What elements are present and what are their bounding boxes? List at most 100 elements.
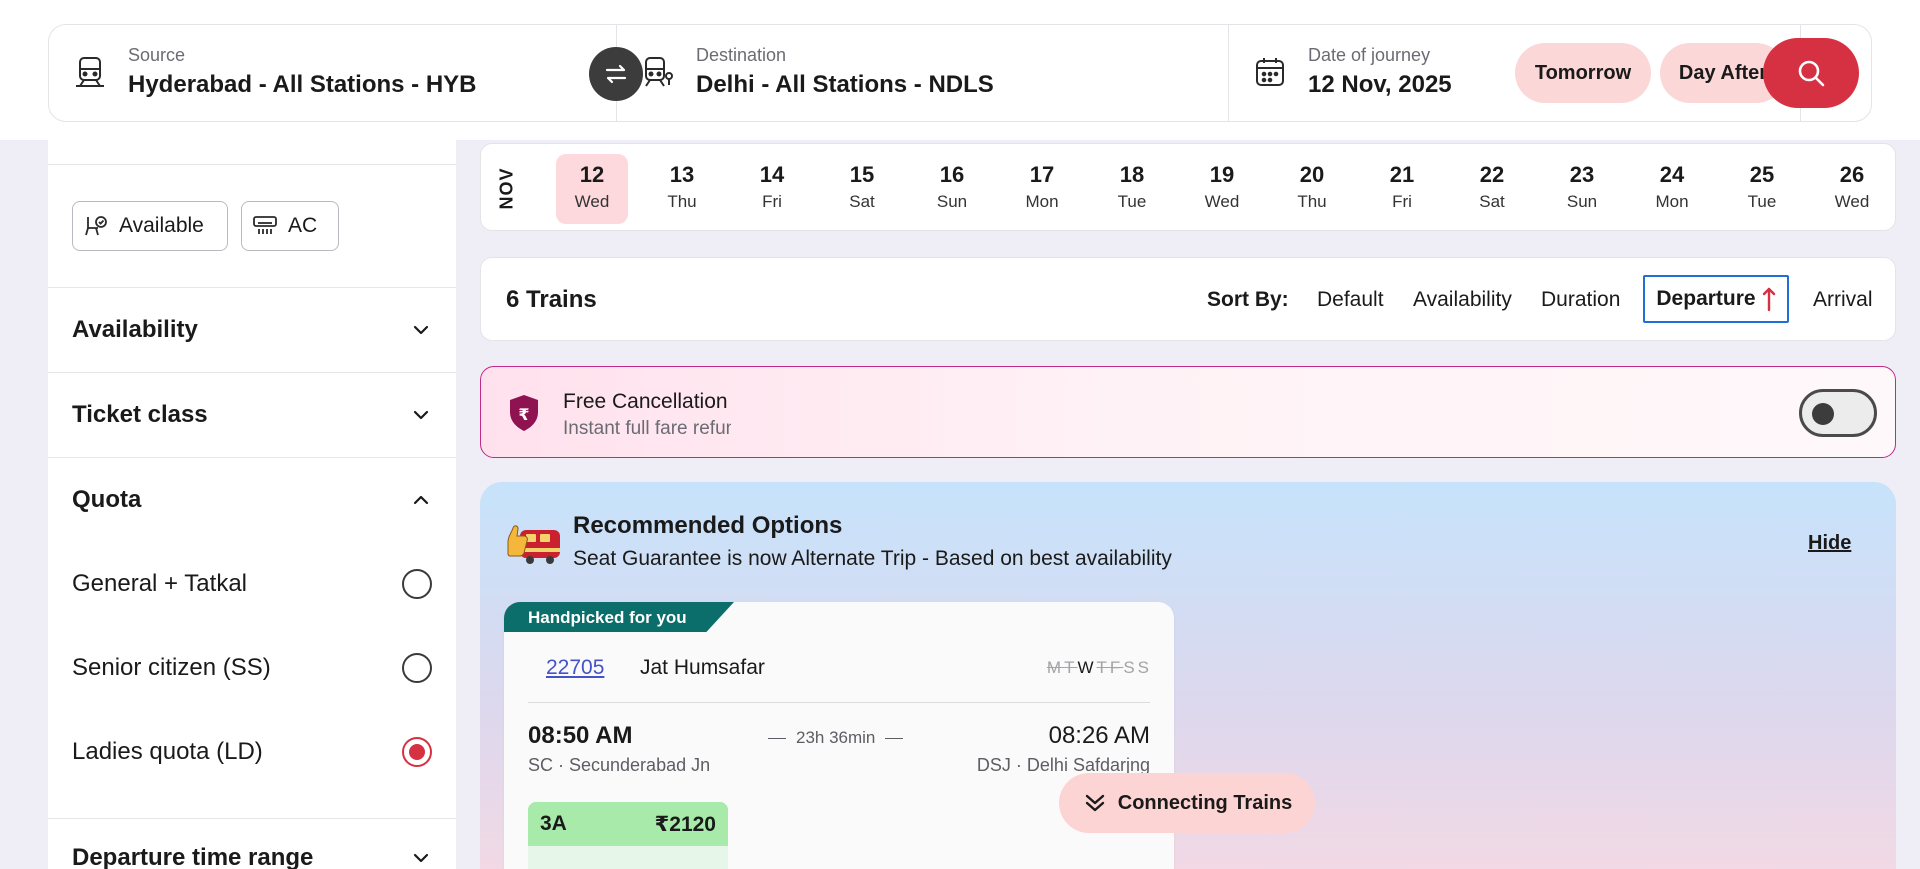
radio-button[interactable] [402,653,432,683]
date-chip[interactable]: 18 Tue [1096,154,1168,224]
svg-text:₹: ₹ [518,405,529,424]
date-number: 23 [1569,162,1595,187]
search-icon [1798,60,1825,87]
search-button[interactable] [1763,38,1859,108]
chevron-down-icon [413,853,429,863]
quota-section-header[interactable]: Quota [72,480,432,520]
run-day: S [1137,658,1152,677]
recommended-title: Recommended Options [573,512,843,539]
duration-line [768,737,786,739]
duration-line [885,737,904,739]
date-chip[interactable]: 15 Sat [826,154,898,224]
ac-filter-chip[interactable]: AC [241,201,339,251]
tomorrow-button[interactable]: Tomorrow [1515,43,1651,103]
hide-recommended-link[interactable]: Hide [1808,532,1851,555]
month-label: NOV [495,160,519,216]
available-filter-label: Available [119,214,204,237]
train-number-link[interactable]: 22705 [546,656,604,680]
source-field[interactable]: Source Hyderabad - All Stations - HYB [49,25,617,121]
arrival-time: 08:26 AM [1048,722,1150,749]
destination-label: Destination [696,45,787,65]
quota-option-ladies[interactable]: Ladies quota (LD) [72,732,432,772]
date-chip[interactable]: 17 Mon [1006,154,1078,224]
date-weekday: Wed [574,192,610,211]
date-weekday: Sun [936,192,968,211]
date-number: 26 [1839,162,1865,187]
date-chip-selected[interactable]: 12 Wed [556,154,628,224]
date-number: 18 [1119,162,1145,187]
sort-by-label: Sort By: [1207,288,1289,311]
date-number: 12 [579,162,605,187]
date-weekday: Sat [1479,192,1505,211]
sidebar-divider [48,287,456,288]
radio-button[interactable] [402,569,432,599]
quota-option-general-tatkal[interactable]: General + Tatkal [72,564,432,604]
chevron-down-icon [413,410,429,420]
date-value: 12 Nov, 2025 [1308,71,1452,98]
date-weekday: Sat [849,192,875,211]
departure-time: 08:50 AM [528,722,633,749]
date-weekday: Sun [1566,192,1598,211]
train-name: Jat Humsafar [640,656,765,679]
sort-option-departure[interactable]: Departure [1643,275,1789,323]
run-days: MTWTFSS [1047,658,1152,678]
filter-sidebar: Available AC Availability Ticket class Q… [48,140,456,869]
date-field[interactable]: Date of journey 12 Nov, 2025 Tomorrow Da… [1229,25,1801,121]
sidebar-divider [48,818,456,819]
date-chip[interactable]: 21 Fri [1366,154,1438,224]
date-number: 16 [939,162,965,187]
sort-option-duration[interactable]: Duration [1541,288,1620,312]
quota-option-senior-citizen[interactable]: Senior citizen (SS) [72,648,432,688]
radio-button-selected[interactable] [402,737,432,767]
date-chip[interactable]: 25 Tue [1726,154,1798,224]
connecting-trains-label: Connecting Trains [1117,791,1293,814]
handpicked-tag: Handpicked for you [504,602,734,632]
source-value: Hyderabad - All Stations - HYB [128,71,477,98]
search-header: Source Hyderabad - All Stations - HYB De… [0,0,1920,140]
date-label: Date of journey [1308,45,1431,65]
destination-field[interactable]: Destination Delhi - All Stations - NDLS [617,25,1229,121]
class-fare-header: 3A ₹2120 [528,802,728,846]
run-day: T [1096,658,1110,677]
class-fare: ₹2120 [654,812,716,836]
ticket-class-section-header[interactable]: Ticket class [72,395,432,435]
date-weekday: Wed [1834,192,1870,211]
date-chip[interactable]: 13 Thu [646,154,718,224]
month-text: NOV [496,166,517,210]
date-number: 24 [1659,162,1685,187]
date-chip[interactable]: 22 Sat [1456,154,1528,224]
date-number: 20 [1299,162,1325,187]
available-filter-chip[interactable]: Available [72,201,228,251]
double-chevron-down-icon [1085,794,1104,812]
sort-option-default[interactable]: Default [1317,288,1384,312]
train-arrive-icon [645,57,673,87]
quota-option-label: Ladies quota (LD) [72,738,263,765]
date-chip[interactable]: 24 Mon [1636,154,1708,224]
date-chip[interactable]: 19 Wed [1186,154,1258,224]
date-weekday: Thu [1297,192,1327,211]
journey-search-box: Source Hyderabad - All Stations - HYB De… [48,24,1872,122]
sort-option-availability[interactable]: Availability [1413,288,1512,312]
date-chip[interactable]: 16 Sun [916,154,988,224]
results-sort-bar: 6 Trains Sort By: Default Availability D… [480,257,1896,341]
availability-section-header[interactable]: Availability [72,310,432,350]
date-chip[interactable]: 20 Thu [1276,154,1348,224]
class-fare-tile[interactable]: 3A ₹2120 [528,802,728,869]
swap-stations-button[interactable] [589,47,643,101]
date-weekday: Wed [1204,192,1240,211]
arrow-up-icon [1762,287,1775,312]
date-chip[interactable]: 14 Fri [736,154,808,224]
date-chip[interactable]: 23 Sun [1546,154,1618,224]
departure-time-section-header[interactable]: Departure time range [72,838,432,869]
date-weekday: Fri [762,192,782,211]
class-code: 3A [540,812,567,835]
date-number: 19 [1209,162,1235,187]
departure-station: SC · Secunderabad Jn [528,755,711,775]
free-cancellation-toggle[interactable] [1799,389,1877,437]
connecting-trains-button[interactable]: Connecting Trains [1059,773,1315,833]
chevron-up-icon [413,495,429,505]
date-number: 25 [1749,162,1775,187]
date-chip[interactable]: 26 Wed [1816,154,1888,224]
quota-section-title: Quota [72,486,142,513]
sort-option-arrival[interactable]: Arrival [1813,288,1873,312]
